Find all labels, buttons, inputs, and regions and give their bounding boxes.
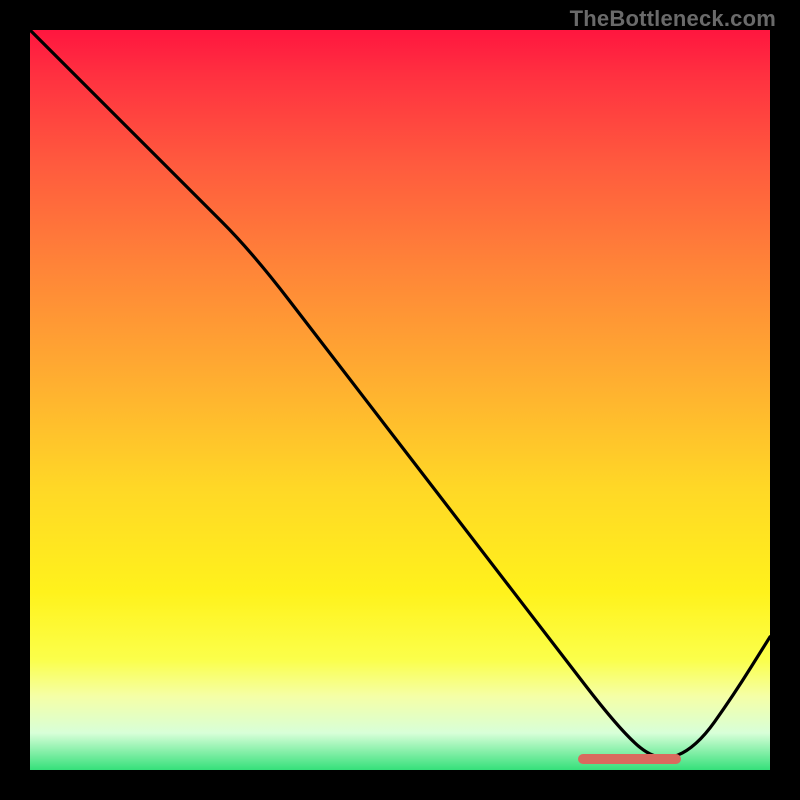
bottleneck-curve	[30, 30, 770, 770]
optimal-range-marker	[578, 754, 682, 764]
watermark-label: TheBottleneck.com	[570, 6, 776, 32]
chart-plot-area	[30, 30, 770, 770]
